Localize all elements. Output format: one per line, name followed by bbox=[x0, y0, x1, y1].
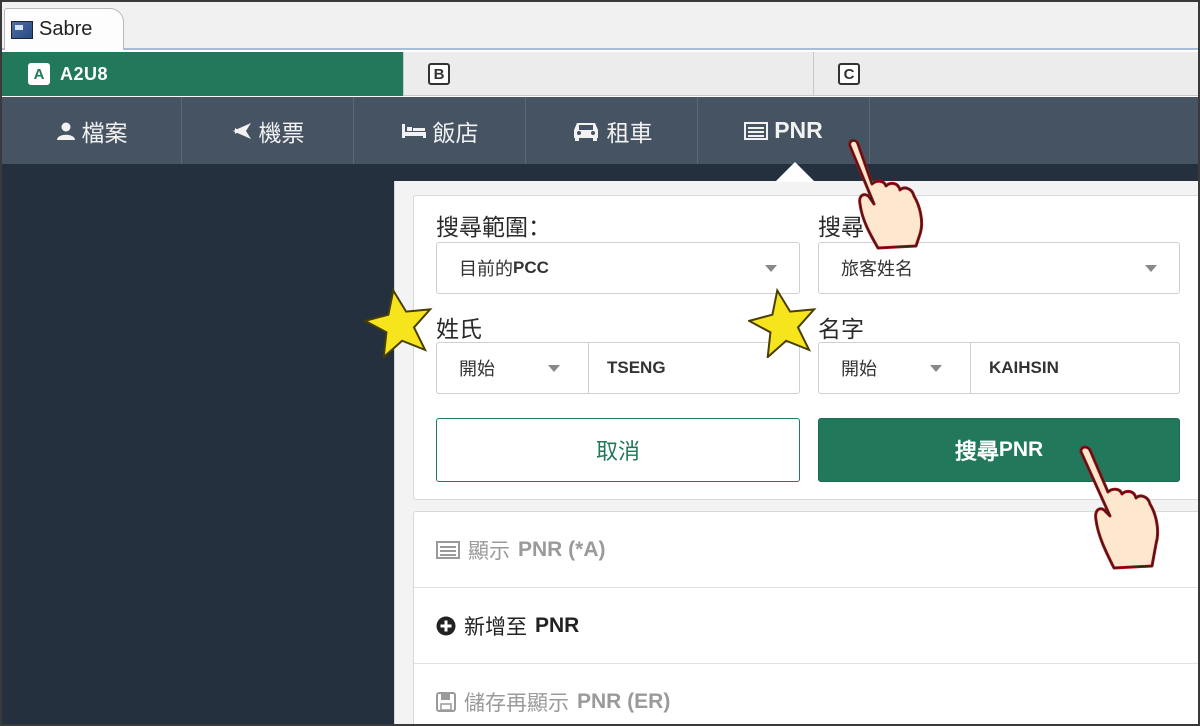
session-tabs: A A2U8 B C bbox=[2, 52, 1198, 96]
session-letter: B bbox=[428, 63, 450, 85]
action-label-prefix: 新增至 bbox=[464, 614, 527, 639]
nav-air[interactable]: 機票 bbox=[182, 97, 354, 164]
chevron-down-icon bbox=[548, 365, 560, 372]
window-tab-sabre[interactable]: Sabre bbox=[4, 8, 124, 50]
nav-car[interactable]: 租車 bbox=[526, 97, 698, 164]
chevron-down-icon bbox=[930, 365, 942, 372]
given-name-input[interactable]: KAIHSIN bbox=[971, 343, 1179, 393]
surname-field: 開始 TSENG bbox=[436, 342, 800, 394]
car-icon bbox=[573, 122, 598, 141]
surname-match-value: 開始 bbox=[459, 359, 495, 380]
main-nav: 檔案 機票 飯店 租車 PNR bbox=[2, 97, 1198, 164]
window-tab-label: Sabre bbox=[39, 18, 93, 40]
bed-icon bbox=[401, 123, 426, 138]
nav-car-label: 租車 bbox=[606, 120, 653, 147]
action-label-bold: PNR bbox=[535, 613, 580, 637]
save-icon bbox=[436, 692, 456, 712]
nav-profile-label: 檔案 bbox=[81, 120, 128, 147]
plus-circle-icon bbox=[436, 616, 456, 635]
chevron-down-icon bbox=[1145, 265, 1157, 272]
annotation-star-icon bbox=[364, 288, 433, 358]
user-icon bbox=[56, 122, 75, 140]
action-save-display-pnr[interactable]: 儲存再顯示 PNR (ER) bbox=[414, 664, 1198, 724]
dropdown-caret bbox=[775, 162, 815, 182]
action-label-prefix: 顯示 bbox=[468, 538, 510, 563]
given-name-field: 開始 KAIHSIN bbox=[818, 342, 1180, 394]
action-label-prefix: 儲存再顯示 bbox=[464, 691, 569, 715]
cancel-button-label: 取消 bbox=[595, 440, 640, 465]
surname-match-select[interactable]: 開始 bbox=[437, 343, 589, 393]
nav-hotel-label: 飯店 bbox=[432, 120, 479, 147]
action-label-bold: PNR (*A) bbox=[518, 537, 606, 561]
nav-pnr-label: PNR bbox=[774, 117, 823, 143]
session-letter: C bbox=[838, 63, 860, 85]
nav-profile[interactable]: 檔案 bbox=[2, 97, 182, 164]
search-pnr-label-bold: PNR bbox=[998, 438, 1044, 461]
app-frame: Sabre A A2U8 B C 檔案 機票 飯店 租車 PNR 搜尋範圍： 搜… bbox=[0, 0, 1200, 726]
plane-icon bbox=[232, 122, 251, 139]
window-tab-bar: Sabre bbox=[2, 2, 1198, 50]
pointing-hand-icon bbox=[1079, 445, 1160, 570]
session-letter: A bbox=[28, 63, 50, 85]
scope-label: 搜尋範圍： bbox=[436, 215, 551, 241]
action-add-to-pnr[interactable]: 新增至 PNR bbox=[414, 588, 1198, 664]
session-tab-a[interactable]: A A2U8 bbox=[2, 52, 404, 96]
given-name-label: 名字 bbox=[818, 317, 864, 343]
pointing-hand-icon bbox=[848, 138, 924, 250]
search-pnr-label-prefix: 搜尋 bbox=[954, 440, 999, 465]
scope-select-bold: PCC bbox=[513, 258, 549, 277]
annotation-star-icon bbox=[748, 288, 817, 358]
list-icon bbox=[436, 540, 460, 559]
cancel-button[interactable]: 取消 bbox=[436, 418, 800, 482]
app-icon bbox=[11, 20, 33, 39]
given-name-match-value: 開始 bbox=[841, 359, 877, 380]
search-by-value: 旅客姓名 bbox=[841, 259, 913, 280]
session-name: A2U8 bbox=[60, 63, 109, 84]
given-name-match-select[interactable]: 開始 bbox=[819, 343, 971, 393]
scope-select-prefix: 目前的 bbox=[459, 259, 513, 280]
list-icon bbox=[744, 121, 769, 140]
nav-air-label: 機票 bbox=[258, 120, 305, 147]
nav-hotel[interactable]: 飯店 bbox=[354, 97, 526, 164]
session-tab-b[interactable]: B bbox=[404, 52, 814, 96]
surname-label: 姓氏 bbox=[436, 317, 482, 343]
session-tab-c[interactable]: C bbox=[814, 52, 1198, 96]
scope-select[interactable]: 目前的 PCC bbox=[436, 242, 800, 294]
action-label-bold: PNR (ER) bbox=[577, 690, 671, 713]
chevron-down-icon bbox=[765, 265, 777, 272]
